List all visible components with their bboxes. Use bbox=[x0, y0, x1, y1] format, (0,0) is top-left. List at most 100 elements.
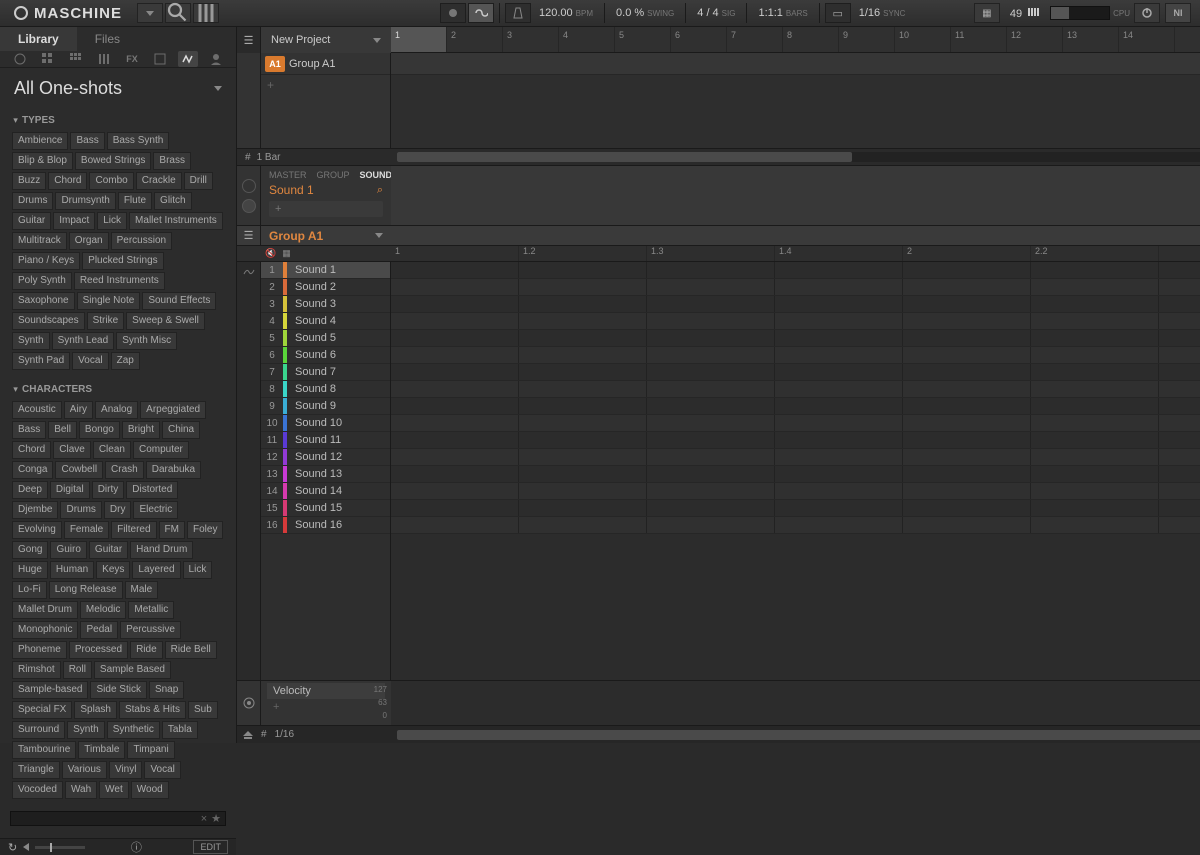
type-tag[interactable]: Poly Synth bbox=[12, 272, 72, 290]
dropdown-button[interactable] bbox=[137, 3, 163, 23]
type-tag[interactable]: Brass bbox=[153, 152, 191, 170]
character-tag[interactable]: FM bbox=[159, 521, 185, 539]
pattern-row[interactable] bbox=[391, 381, 1200, 398]
pattern-ruler[interactable]: 11.21.31.422.2 bbox=[391, 246, 1200, 261]
tab-sound[interactable]: SOUND bbox=[360, 170, 393, 180]
character-tag[interactable]: Vocoded bbox=[12, 781, 63, 799]
sound-row[interactable]: 4Sound 4 bbox=[261, 313, 390, 330]
character-tag[interactable]: Ride bbox=[130, 641, 163, 659]
character-tag[interactable]: Pedal bbox=[80, 621, 118, 639]
type-tag[interactable]: Synth Lead bbox=[52, 332, 115, 350]
character-tag[interactable]: Snap bbox=[149, 681, 184, 699]
type-tag[interactable]: Organ bbox=[69, 232, 109, 250]
type-tag[interactable]: Impact bbox=[53, 212, 95, 230]
sound-row[interactable]: 3Sound 3 bbox=[261, 296, 390, 313]
character-tag[interactable]: Melodic bbox=[80, 601, 126, 619]
pattern-row[interactable] bbox=[391, 330, 1200, 347]
add-modulation-button[interactable]: + bbox=[267, 699, 385, 715]
bar-length[interactable]: 1 Bar bbox=[257, 152, 281, 163]
character-tag[interactable]: Bongo bbox=[79, 421, 120, 439]
type-tag[interactable]: Sweep & Swell bbox=[126, 312, 205, 330]
character-tag[interactable]: Bass bbox=[12, 421, 46, 439]
power-button[interactable] bbox=[1134, 3, 1160, 23]
scene-cell[interactable]: 9 bbox=[839, 27, 895, 52]
macro-button[interactable] bbox=[242, 179, 256, 193]
character-tag[interactable]: Foley bbox=[187, 521, 223, 539]
character-tag[interactable]: Vinyl bbox=[109, 761, 143, 779]
type-tag[interactable]: Flute bbox=[118, 192, 152, 210]
pattern-row[interactable] bbox=[391, 432, 1200, 449]
character-tag[interactable]: Conga bbox=[12, 461, 53, 479]
character-tag[interactable]: Filtered bbox=[111, 521, 156, 539]
pattern-row[interactable] bbox=[391, 415, 1200, 432]
character-tag[interactable]: Rimshot bbox=[12, 661, 61, 679]
character-tag[interactable]: Timbale bbox=[78, 741, 125, 759]
character-tag[interactable]: Male bbox=[125, 581, 159, 599]
scene-cell[interactable]: 10 bbox=[895, 27, 951, 52]
character-tag[interactable]: Bright bbox=[122, 421, 160, 439]
midi-channel[interactable]: 49 bbox=[1004, 7, 1047, 20]
filter-oneshots-icon[interactable] bbox=[178, 51, 198, 67]
character-tag[interactable]: Dirty bbox=[92, 481, 125, 499]
filter-sounds-icon[interactable] bbox=[66, 51, 86, 67]
type-tag[interactable]: Bowed Strings bbox=[75, 152, 151, 170]
character-tag[interactable]: Wet bbox=[99, 781, 129, 799]
view-button[interactable]: ▦ bbox=[974, 3, 1000, 23]
swing-display[interactable]: 0.0 %SWING bbox=[610, 7, 680, 19]
character-tag[interactable]: Wah bbox=[65, 781, 97, 799]
character-tag[interactable]: Splash bbox=[74, 701, 117, 719]
type-tag[interactable]: Plucked Strings bbox=[82, 252, 163, 270]
character-tag[interactable]: Clave bbox=[53, 441, 91, 459]
pattern-row[interactable] bbox=[391, 262, 1200, 279]
type-tag[interactable]: Lick bbox=[97, 212, 127, 230]
character-tag[interactable]: Roll bbox=[63, 661, 92, 679]
sound-row[interactable]: 16Sound 16 bbox=[261, 517, 390, 534]
type-tag[interactable]: Drums bbox=[12, 192, 53, 210]
velocity-label[interactable]: Velocity bbox=[267, 683, 385, 699]
character-tag[interactable]: Huge bbox=[12, 561, 48, 579]
character-tag[interactable]: Stabs & Hits bbox=[119, 701, 186, 719]
character-tag[interactable]: Electric bbox=[133, 501, 178, 519]
sound-row[interactable]: 11Sound 11 bbox=[261, 432, 390, 449]
filter-loops-icon[interactable] bbox=[150, 51, 170, 67]
filter-groups-icon[interactable] bbox=[38, 51, 58, 67]
project-name[interactable]: New Project bbox=[261, 27, 391, 53]
character-tag[interactable]: Guiro bbox=[50, 541, 86, 559]
sound-row[interactable]: 12Sound 12 bbox=[261, 449, 390, 466]
character-tag[interactable]: Human bbox=[50, 561, 94, 579]
type-tag[interactable]: Percussion bbox=[111, 232, 172, 250]
plugin-area[interactable] bbox=[391, 166, 1200, 225]
character-tag[interactable]: Airy bbox=[64, 401, 93, 419]
ni-logo-button[interactable]: NI bbox=[1165, 3, 1191, 23]
scene-cell[interactable]: 2 bbox=[447, 27, 503, 52]
type-tag[interactable]: Single Note bbox=[77, 292, 141, 310]
scene-cell[interactable]: 11 bbox=[951, 27, 1007, 52]
aux-button[interactable] bbox=[242, 199, 256, 213]
type-tag[interactable]: Chord bbox=[48, 172, 87, 190]
character-tag[interactable]: Phoneme bbox=[12, 641, 67, 659]
pattern-row[interactable] bbox=[391, 500, 1200, 517]
character-tag[interactable]: Hand Drum bbox=[130, 541, 193, 559]
pattern-group-title[interactable]: Group A1 bbox=[261, 229, 391, 243]
mute-icon[interactable]: 🔇 bbox=[265, 248, 276, 259]
tab-library[interactable]: Library bbox=[0, 27, 77, 51]
character-tag[interactable]: China bbox=[162, 421, 200, 439]
pattern-row[interactable] bbox=[391, 449, 1200, 466]
character-tag[interactable]: Various bbox=[62, 761, 107, 779]
sound-row[interactable]: 7Sound 7 bbox=[261, 364, 390, 381]
eject-icon[interactable] bbox=[243, 731, 253, 739]
pattern-row[interactable] bbox=[391, 364, 1200, 381]
scene-cell[interactable]: 5 bbox=[615, 27, 671, 52]
velocity-grid[interactable] bbox=[391, 681, 1200, 725]
character-tag[interactable]: Djembe bbox=[12, 501, 58, 519]
type-tag[interactable]: Zap bbox=[111, 352, 140, 370]
type-tag[interactable]: Buzz bbox=[12, 172, 46, 190]
search-button[interactable] bbox=[165, 3, 191, 23]
character-tag[interactable]: Metallic bbox=[128, 601, 174, 619]
type-tag[interactable]: Saxophone bbox=[12, 292, 75, 310]
type-tag[interactable]: Reed Instruments bbox=[74, 272, 165, 290]
type-tag[interactable]: Crackle bbox=[136, 172, 182, 190]
sound-row[interactable]: 6Sound 6 bbox=[261, 347, 390, 364]
character-tag[interactable]: Surround bbox=[12, 721, 65, 739]
sound-search-icon[interactable]: ⌕ bbox=[377, 184, 383, 197]
